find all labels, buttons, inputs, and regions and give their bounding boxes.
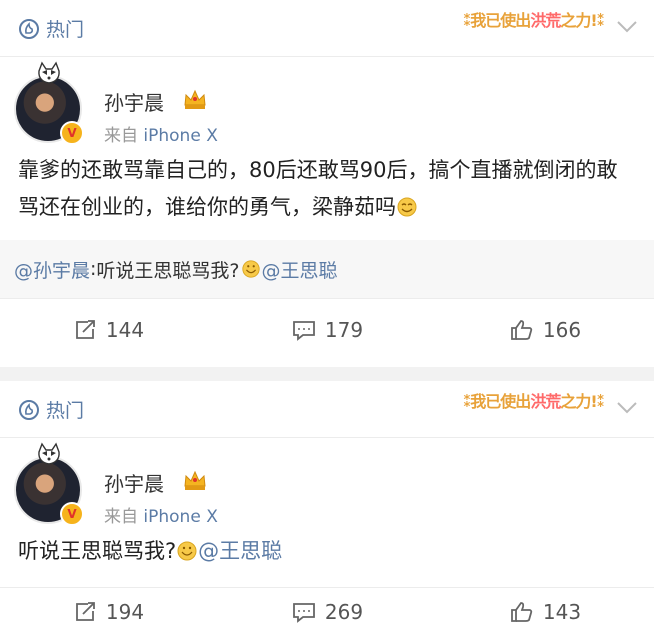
- badge-part-3: 之力!⁑: [560, 11, 605, 30]
- username[interactable]: 孙宇晨: [104, 87, 164, 116]
- hot-icon: [19, 18, 39, 39]
- user-row: V 孙宇晨 来自 iPhone X: [0, 57, 654, 152]
- card-badge: ⁑我已使出洪荒之力!⁑: [462, 7, 605, 31]
- avatar[interactable]: V: [14, 61, 84, 145]
- post-content: 靠爹的还敢骂靠自己的，80后还敢骂90后，搞个直播就倒闭的敢骂还在创业的，谁给你…: [0, 152, 654, 226]
- hot-tag[interactable]: 热门: [18, 15, 84, 42]
- like-count: 166: [542, 318, 582, 342]
- avatar[interactable]: V: [14, 442, 84, 526]
- badge-part-1: ⁑我已使出: [462, 11, 531, 30]
- like-count: 143: [542, 600, 582, 624]
- post-source: 来自 iPhone X: [104, 502, 218, 527]
- chevron-down-icon[interactable]: [616, 20, 638, 34]
- comment-button[interactable]: 179: [218, 318, 436, 342]
- card-badge: ⁑我已使出洪荒之力!⁑: [462, 388, 605, 412]
- repost-icon: [76, 320, 95, 339]
- like-button[interactable]: 166: [436, 318, 654, 342]
- hot-label: 热门: [46, 400, 85, 422]
- post-mention[interactable]: @王思聪: [198, 539, 282, 563]
- verified-badge: V: [60, 502, 84, 526]
- repost-button[interactable]: 194: [0, 600, 218, 624]
- repost-count: 194: [105, 600, 145, 624]
- repost-count: 144: [105, 318, 145, 342]
- like-icon: [511, 602, 533, 622]
- smile-emoji-icon: [241, 260, 260, 278]
- chevron-down-icon[interactable]: [616, 401, 638, 415]
- badge-part-3: 之力!⁑: [560, 392, 605, 411]
- post-text: 听说王思聪骂我?: [18, 539, 177, 563]
- post-content: 听说王思聪骂我? @王思聪: [0, 533, 654, 569]
- comment-count: 179: [324, 318, 364, 342]
- crown-icon: [184, 470, 206, 490]
- weibo-post-1: 热门 ⁑我已使出洪荒之力!⁑ V 孙宇晨 来自 iPhone X 靠爹的还敢骂靠…: [0, 0, 654, 367]
- source-prefix: 来自: [104, 126, 144, 146]
- hot-icon: [19, 399, 39, 420]
- comment-icon: [293, 603, 315, 623]
- like-button[interactable]: 143: [436, 600, 654, 624]
- repost-icon: [76, 602, 95, 621]
- post-text: 靠爹的还敢骂靠自己的，80后还敢骂90后，搞个直播就倒闭的敢骂还在创业的，谁给你…: [18, 158, 618, 219]
- repost-box[interactable]: @孙宇晨 : 听说王思聪骂我? @王思聪: [0, 240, 654, 298]
- post-source: 来自 iPhone X: [104, 121, 218, 146]
- username[interactable]: 孙宇晨: [104, 468, 164, 497]
- action-bar: 194 269 143: [0, 587, 654, 628]
- repost-button[interactable]: 144: [0, 318, 218, 342]
- smile-emoji-icon: [397, 197, 417, 217]
- badge-part-2: 洪荒: [530, 11, 561, 30]
- post-header: 热门 ⁑我已使出洪荒之力!⁑: [0, 0, 654, 57]
- verified-badge: V: [60, 121, 84, 145]
- source-device[interactable]: iPhone X: [143, 126, 217, 146]
- source-device[interactable]: iPhone X: [143, 507, 217, 527]
- repost-text: 听说王思聪骂我?: [96, 259, 240, 282]
- post-header: 热门 ⁑我已使出洪荒之力!⁑: [0, 381, 654, 438]
- badge-part-1: ⁑我已使出: [462, 392, 531, 411]
- comment-icon: [293, 321, 315, 341]
- action-bar: 144 179 166: [0, 298, 654, 361]
- hot-tag[interactable]: 热门: [18, 396, 84, 423]
- pet-emoji-icon: [38, 61, 60, 84]
- repost-mention[interactable]: @王思聪: [262, 256, 338, 283]
- comment-button[interactable]: 269: [218, 600, 436, 624]
- repost-author[interactable]: @孙宇晨: [14, 256, 90, 283]
- user-row: V 孙宇晨 来自 iPhone X: [0, 438, 654, 533]
- like-icon: [511, 320, 533, 340]
- weibo-post-2: 热门 ⁑我已使出洪荒之力!⁑ V 孙宇晨 来自 iPhone X 听说王思聪骂我…: [0, 381, 654, 633]
- source-prefix: 来自: [104, 507, 144, 527]
- smile-emoji-icon: [177, 541, 197, 561]
- comment-count: 269: [324, 600, 364, 624]
- hot-label: 热门: [46, 19, 85, 41]
- pet-emoji-icon: [38, 442, 60, 465]
- crown-icon: [184, 89, 206, 109]
- badge-part-2: 洪荒: [530, 392, 561, 411]
